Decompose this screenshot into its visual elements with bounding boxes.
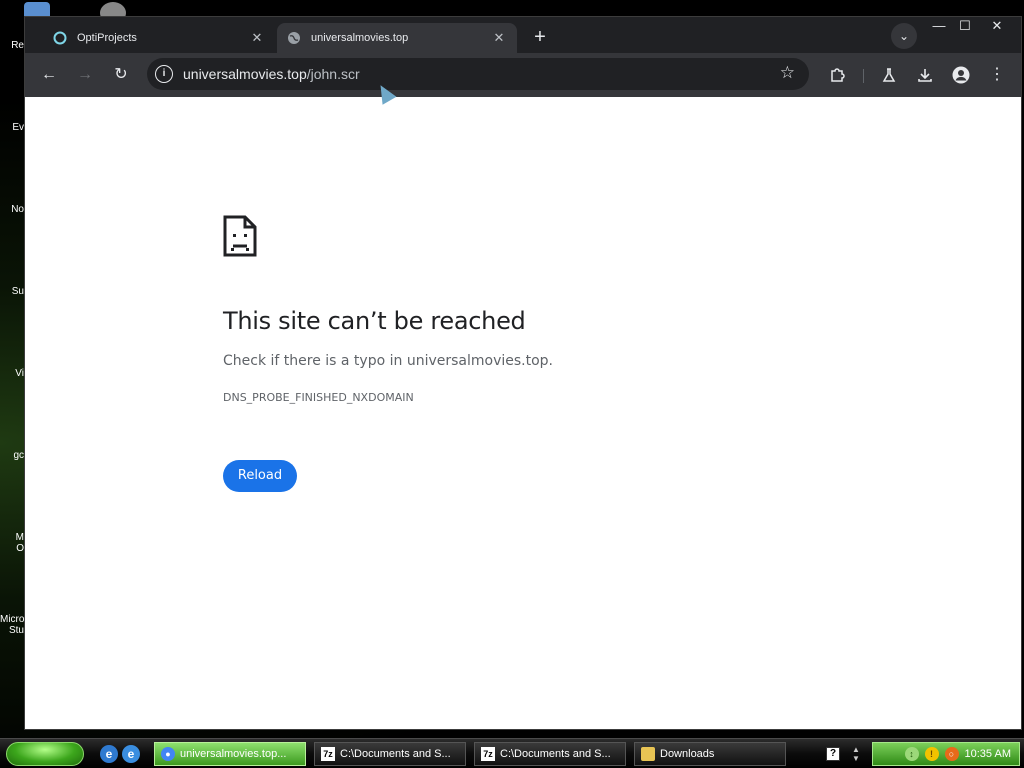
- tab-strip: OptiProjects ✕ universalmovies.top ✕ + ⌄…: [25, 17, 1021, 53]
- desktop-icon-label-7[interactable]: M O: [0, 532, 24, 554]
- desktop-icon-label-5[interactable]: Vi: [0, 368, 24, 379]
- site-info-icon[interactable]: i: [155, 65, 173, 83]
- desktop-icon-label-6[interactable]: gc: [0, 450, 24, 461]
- reload-page-button[interactable]: Reload: [223, 460, 297, 492]
- menu-button[interactable]: ⋮: [985, 63, 1009, 87]
- desktop-icon-label-1[interactable]: Re: [0, 40, 24, 51]
- url-host: universalmovies.top: [183, 66, 307, 82]
- taskbar-item-7z-1[interactable]: 7z C:\Documents and S...: [314, 742, 466, 766]
- chrome-icon: ●: [161, 747, 175, 761]
- error-title: This site can’t be reached: [223, 307, 526, 335]
- browser-toolbar: ← → ↻ i universalmovies.top/john.scr ☆ ⋮: [25, 53, 1021, 97]
- maximize-button[interactable]: ☐: [951, 17, 979, 35]
- back-button[interactable]: ←: [37, 63, 61, 87]
- ie-alt-icon[interactable]: e: [122, 745, 140, 763]
- reload-button[interactable]: ↻: [109, 63, 133, 87]
- taskbar-item-label: Downloads: [660, 748, 715, 760]
- taskbar-item-label: universalmovies.top...: [180, 748, 287, 760]
- taskbar-item-chrome[interactable]: ● universalmovies.top...: [154, 742, 306, 766]
- error-code: DNS_PROBE_FINISHED_NXDOMAIN: [223, 391, 414, 404]
- url-text[interactable]: universalmovies.top/john.scr: [183, 66, 360, 82]
- error-description: Check if there is a typo in universalmov…: [223, 353, 554, 369]
- browser-window: OptiProjects ✕ universalmovies.top ✕ + ⌄…: [24, 16, 1022, 730]
- taskbar-item-label: C:\Documents and S...: [340, 748, 451, 760]
- taskbar-item-downloads[interactable]: ▬ Downloads: [634, 742, 786, 766]
- globe-icon: [287, 31, 301, 45]
- taskbar-scroll-icon[interactable]: ▲ ▼: [850, 745, 862, 763]
- clock[interactable]: 10:35 AM: [965, 748, 1011, 760]
- sad-document-icon: [223, 215, 257, 257]
- puzzle-icon[interactable]: [825, 63, 849, 87]
- url-path: /john.scr: [306, 66, 360, 82]
- page-content: This site can’t be reached Check if ther…: [25, 97, 1021, 729]
- shield-icon[interactable]: !: [924, 747, 939, 761]
- taskbar: e e ● universalmovies.top... 7z C:\Docum…: [0, 738, 1024, 768]
- 7z-icon: 7z: [481, 747, 495, 761]
- flask-icon[interactable]: [877, 63, 901, 87]
- taskbar-item-label: C:\Documents and S...: [500, 748, 611, 760]
- bookmark-star-icon[interactable]: ☆: [780, 63, 795, 83]
- desktop-icon-label-4[interactable]: Su: [0, 286, 24, 297]
- close-window-button[interactable]: ✕: [983, 17, 1011, 35]
- start-button[interactable]: [6, 742, 84, 766]
- tab-title: OptiProjects: [77, 32, 137, 44]
- profile-icon[interactable]: [949, 63, 973, 87]
- folder-icon: ▬: [641, 747, 655, 761]
- address-bar[interactable]: i universalmovies.top/john.scr ☆: [147, 58, 809, 90]
- taskbar-item-7z-2[interactable]: 7z C:\Documents and S...: [474, 742, 626, 766]
- toolbar-separator: [863, 69, 864, 83]
- tab-search-button[interactable]: ⌄: [891, 23, 917, 49]
- tab-close-icon[interactable]: ✕: [249, 30, 265, 46]
- new-tab-button[interactable]: +: [527, 25, 553, 51]
- download-icon[interactable]: [913, 63, 937, 87]
- ie-icon[interactable]: e: [100, 745, 118, 763]
- minimize-button[interactable]: —: [925, 17, 953, 35]
- opti-logo-icon: [53, 31, 67, 45]
- network-icon[interactable]: ↕: [904, 747, 919, 761]
- forward-button[interactable]: →: [73, 63, 97, 87]
- 7z-icon: 7z: [321, 747, 335, 761]
- desktop-icon-label-8[interactable]: Micro Stu: [0, 614, 24, 636]
- tab-title: universalmovies.top: [311, 32, 409, 44]
- desktop-icon-label-3[interactable]: No: [0, 204, 24, 215]
- tab-universalmovies[interactable]: universalmovies.top ✕: [277, 23, 517, 53]
- help-icon[interactable]: ?: [826, 747, 840, 761]
- desktop-icon-label-2[interactable]: Ev: [0, 122, 24, 133]
- system-tray: ↕ ! ○ 10:35 AM: [872, 742, 1020, 766]
- tab-close-icon[interactable]: ✕: [491, 30, 507, 46]
- search-tray-icon[interactable]: ○: [944, 747, 959, 761]
- tab-optiprojects[interactable]: OptiProjects ✕: [43, 23, 275, 53]
